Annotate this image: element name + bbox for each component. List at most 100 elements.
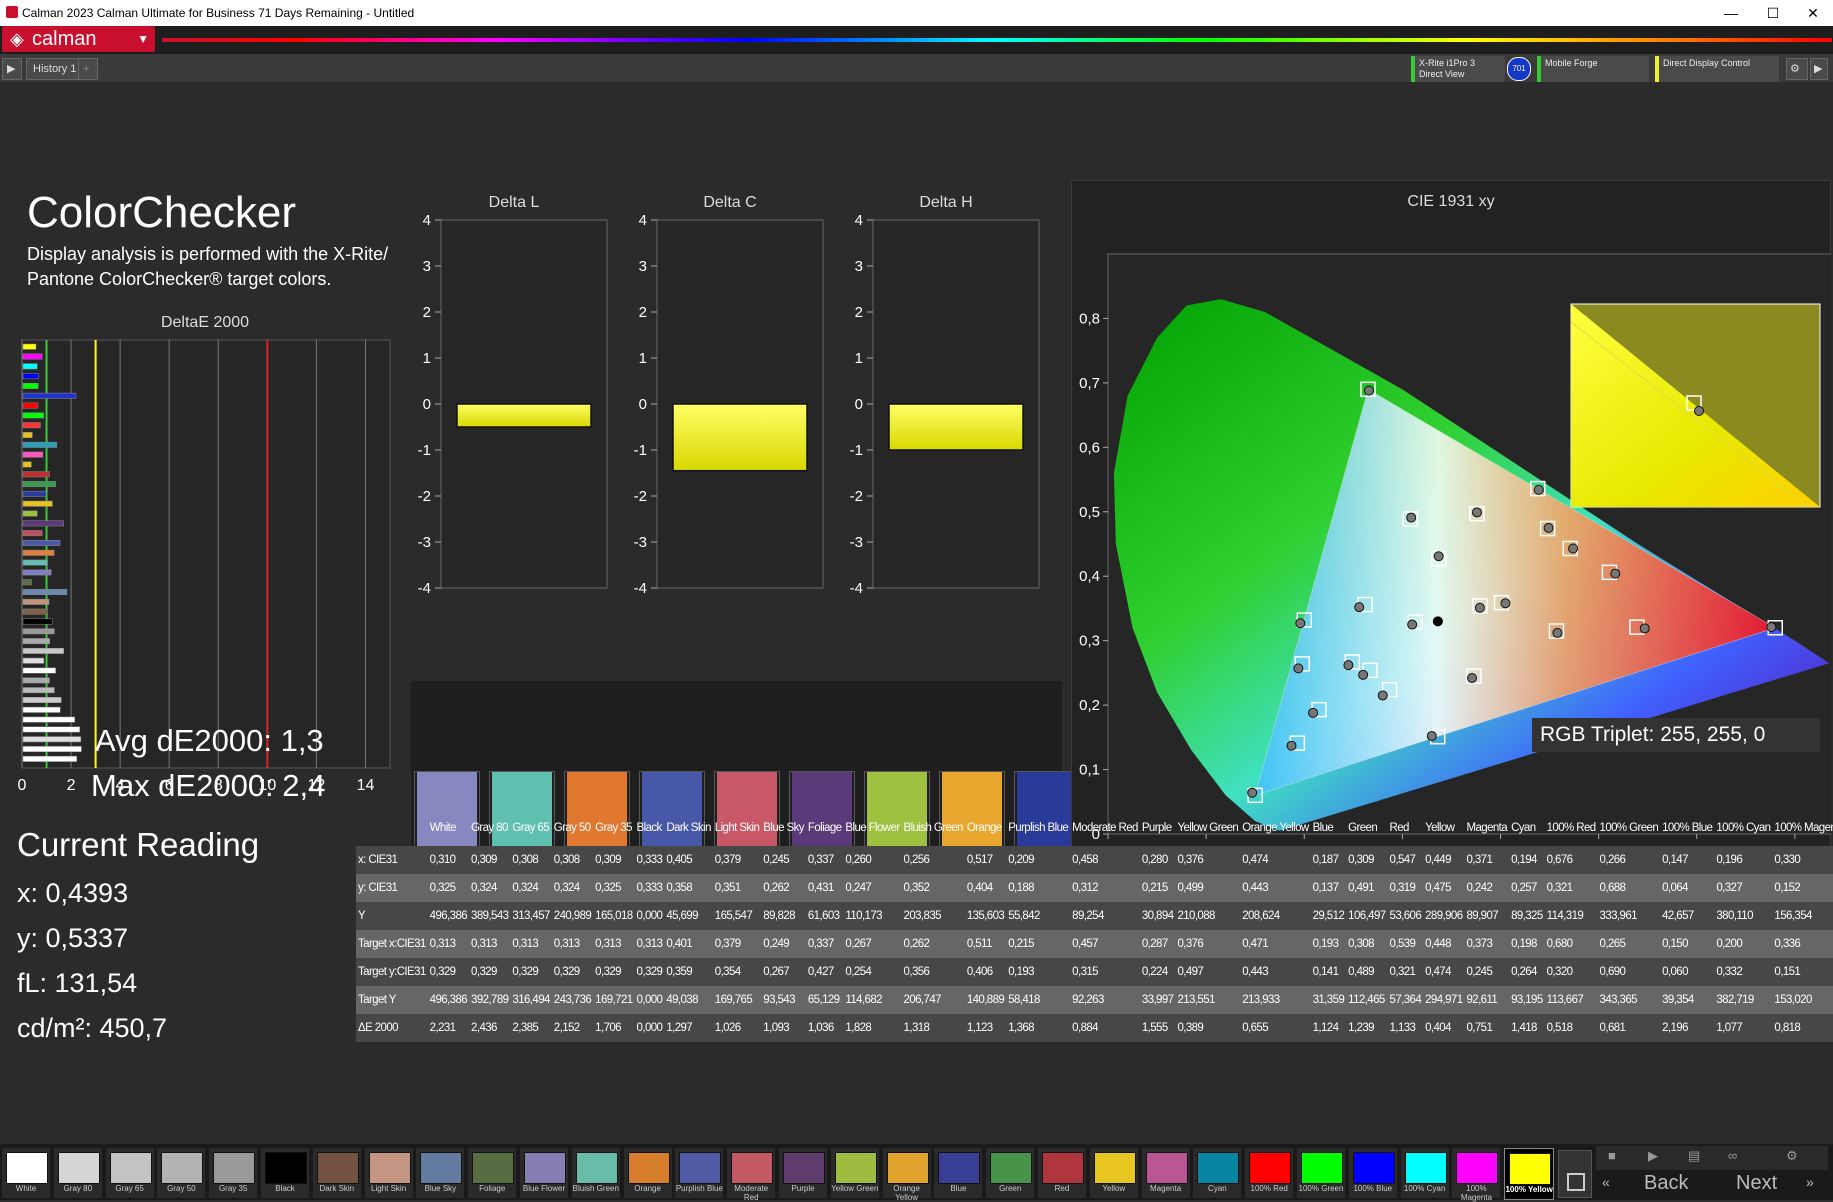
table-cell: 106,497 [1346, 902, 1388, 930]
tab-history-1[interactable]: History 1 [26, 58, 84, 80]
bottom-swatch-label: 100% Cyan [1403, 1184, 1446, 1193]
play-icon-right[interactable]: ▶ [1810, 58, 1828, 80]
bottom-swatch[interactable]: Orange Yellow [882, 1148, 931, 1202]
display-select[interactable]: Direct Display Control [1655, 56, 1779, 84]
bottom-swatch[interactable]: Purple [779, 1148, 827, 1198]
bottom-swatch[interactable]: Yellow Green [830, 1148, 879, 1198]
deltae-bar [22, 432, 33, 438]
meter-select[interactable]: X-Rite i1Pro 3 Direct View [1411, 56, 1505, 84]
bottom-swatch[interactable]: 100% Cyan [1400, 1148, 1449, 1198]
table-cell: 0,200 [1714, 930, 1773, 958]
bottom-swatch[interactable]: 100% Red [1245, 1148, 1294, 1198]
deltae-bar [22, 706, 61, 713]
table-cell: 0,137 [1310, 874, 1347, 902]
deltae-bar [22, 697, 62, 703]
bottom-swatch[interactable]: Black [261, 1148, 309, 1198]
table-cell: 0,405 [664, 846, 713, 874]
bottom-swatch-color [1301, 1152, 1343, 1184]
deltae-bar [22, 540, 61, 546]
bottom-swatch[interactable]: Blue Sky [416, 1148, 465, 1198]
loop-icon[interactable]: ∞ [1728, 1148, 1737, 1163]
table-cell: 0,321 [1544, 874, 1598, 902]
play-icon[interactable]: ▶ [2, 58, 22, 80]
settings-icon[interactable]: ⚙ [1786, 1148, 1798, 1164]
bottom-swatch-label: 100% Green [1298, 1184, 1344, 1193]
bottom-swatch[interactable]: Orange [623, 1148, 672, 1198]
save-icon[interactable]: ▤ [1688, 1148, 1700, 1164]
bottom-swatch[interactable]: Bluish Green [571, 1148, 620, 1198]
deltae-bar [22, 746, 82, 753]
description-line-1: Display analysis is performed with the X… [27, 244, 389, 264]
bottom-swatch[interactable]: 100% Blue [1348, 1148, 1397, 1198]
table-cell: 2,231 [427, 1014, 470, 1042]
bottom-swatch[interactable]: Cyan [1193, 1148, 1242, 1198]
bottom-swatch[interactable]: Light Skin [364, 1148, 413, 1198]
table-row-label: Target Y [356, 986, 428, 1014]
bottom-swatch[interactable]: Magenta [1141, 1148, 1190, 1198]
calman-menu-button[interactable]: ◈ calman ▼ [2, 26, 155, 52]
bottom-swatch[interactable]: 100% Yellow [1504, 1148, 1555, 1200]
deltae-bar [22, 755, 77, 762]
bottom-swatch-color [886, 1152, 929, 1184]
pattern-source-select[interactable]: Mobile Forge [1537, 56, 1649, 84]
table-cell: 89,325 [1509, 902, 1545, 930]
bottom-swatch[interactable]: White [2, 1148, 50, 1198]
meter-badge[interactable]: 701 [1507, 57, 1531, 81]
bottom-swatch[interactable]: Moderate Red [727, 1148, 776, 1202]
table-header-cell: Yellow Green [1177, 822, 1239, 834]
table-cell: 0,245 [1464, 958, 1510, 986]
cie-measured-point [1500, 598, 1511, 609]
cie-measured-point [1406, 512, 1417, 523]
deltae-bar [22, 579, 32, 586]
stop-icon[interactable]: ■ [1608, 1148, 1616, 1163]
table-cell: 0,457 [1070, 930, 1140, 958]
bottom-swatch[interactable]: Gray 50 [157, 1148, 206, 1198]
gear-icon[interactable]: ⚙ [1786, 58, 1808, 80]
bottom-swatch-color [627, 1152, 670, 1184]
bottom-swatch[interactable]: 100% Green [1297, 1148, 1345, 1198]
deltae-bar [22, 412, 44, 419]
next-button[interactable]: Next » [1714, 1172, 1829, 1198]
bottom-swatch[interactable]: Yellow [1089, 1148, 1138, 1198]
table-cell: 92,611 [1464, 986, 1510, 1014]
table-cell: 0,308 [510, 846, 552, 874]
record-button[interactable] [1558, 1150, 1592, 1198]
bottom-swatch[interactable]: Green [986, 1148, 1035, 1198]
bottom-swatch[interactable]: 100% Magenta [1452, 1148, 1501, 1202]
delta-tick-label: -1 [634, 442, 647, 459]
back-button[interactable]: « Back [1596, 1172, 1711, 1198]
play-control-icon[interactable]: ▶ [1648, 1148, 1658, 1164]
current-reading-title: Current Reading [17, 826, 260, 863]
bottom-swatch[interactable]: Gray 80 [53, 1148, 102, 1198]
table-header-cell: Cyan [1511, 822, 1536, 834]
table-cell: 1,124 [1310, 1014, 1347, 1042]
bottom-swatch-color [109, 1152, 152, 1184]
table-header-cell: Red [1389, 822, 1410, 834]
bottom-swatch[interactable]: Blue Flower [520, 1148, 568, 1198]
deltae-bar [22, 451, 44, 458]
table-cell: 0,260 [843, 846, 902, 874]
bottom-swatch-label: Purple [791, 1184, 815, 1193]
bottom-swatch[interactable]: Gray 65 [105, 1148, 154, 1198]
bottom-swatch[interactable]: Gray 35 [209, 1148, 258, 1198]
table-cell: 0,262 [761, 874, 806, 902]
close-button[interactable]: ✕ [1793, 3, 1833, 23]
minimize-button[interactable]: — [1711, 3, 1751, 23]
table-cell: 206,747 [901, 986, 965, 1014]
table-cell: 0,187 [1310, 846, 1347, 874]
table-cell: 243,736 [551, 986, 594, 1014]
bottom-swatch-color [316, 1152, 359, 1184]
calman-logo-icon: ◈ [10, 29, 24, 49]
table-cell: 0,152 [1772, 874, 1833, 902]
bottom-swatch[interactable]: Purplish Blue [675, 1148, 724, 1198]
deltae-bar [22, 392, 77, 399]
table-cell: 89,254 [1070, 902, 1140, 930]
table-cell: 0,497 [1175, 958, 1241, 986]
bottom-swatch[interactable]: Foliage [468, 1148, 517, 1198]
add-tab-button[interactable]: + [78, 58, 98, 80]
bottom-swatch[interactable]: Dark Skin [312, 1148, 361, 1198]
bottom-swatch[interactable]: Red [1038, 1148, 1086, 1198]
table-header-row: White Gray 80 Gray 65 Gray 50 Gray 35 Black Da… [356, 810, 1833, 846]
bottom-swatch[interactable]: Blue [934, 1148, 983, 1198]
maximize-button[interactable]: ☐ [1753, 3, 1793, 23]
